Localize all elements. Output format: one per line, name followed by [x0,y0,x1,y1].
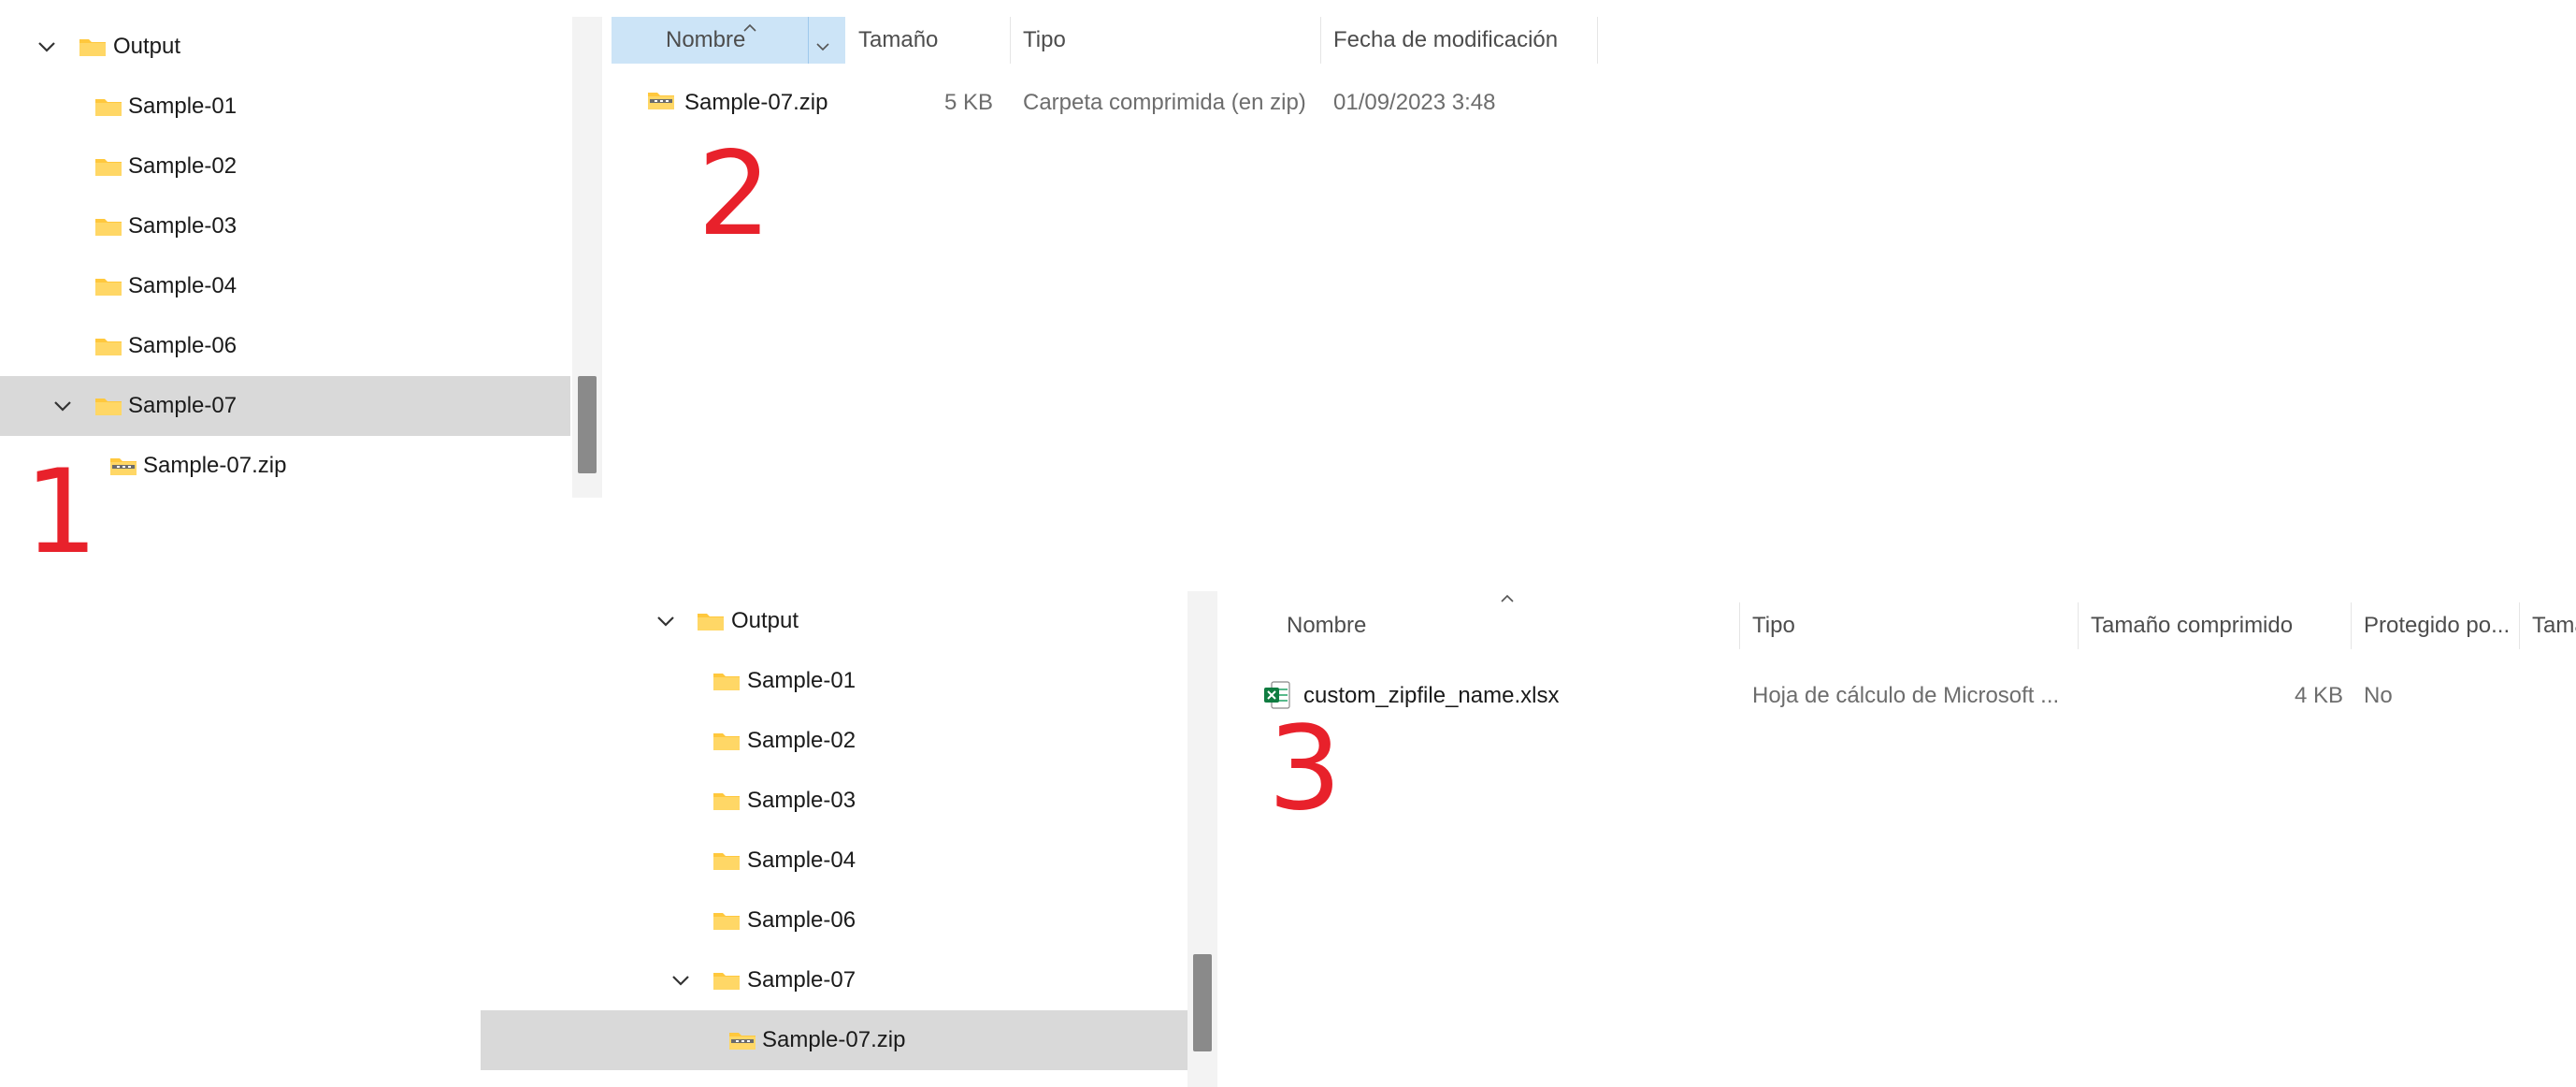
folder-icon [713,973,740,990]
tree-item-label: Sample-02 [747,728,856,753]
column-header-label: Fecha de modificación [1333,27,1559,52]
tree-item-sample-07[interactable]: Sample-07 [481,950,1189,1010]
tree-item-sample-02[interactable]: Sample-02 [481,711,1189,771]
tree-item-label: Sample-04 [747,848,856,873]
tree-item-label: Sample-06 [747,907,856,933]
folder-icon [713,674,740,690]
tree-item-label: Sample-07 [747,967,856,993]
tree-item-label: Sample-07.zip [143,453,287,478]
tree-item-label: Sample-03 [747,788,856,813]
folder-icon [698,614,724,630]
column-divider[interactable] [1739,602,1740,649]
tree-item-label: Sample-07.zip [762,1027,906,1052]
column-header-label: Tamaí [2532,613,2576,638]
column-header-label: Tamaño [858,27,939,52]
column-header-compressed-size[interactable]: Tamaño comprimido [2080,602,2351,649]
folder-icon [713,793,740,810]
tree-item-sample-01[interactable]: Sample-01 [0,77,570,137]
column-header-label: Nombre [1287,613,1367,638]
column-dropdown-icon[interactable] [815,32,830,58]
chevron-down-icon[interactable] [36,36,58,58]
tree-item-label: Sample-03 [128,213,237,239]
column-header-label: Tipo [1023,27,1066,52]
tree-item-label: Sample-06 [128,333,237,358]
tree-item-label: Sample-01 [128,94,237,119]
tree-item-label: Output [113,34,181,59]
chevron-down-icon[interactable] [669,969,692,992]
tree-item-sample-07[interactable]: Sample-07 [0,376,570,436]
folder-icon [95,159,122,176]
column-header-name[interactable]: Nombre [612,17,845,64]
tree-item-sample-02[interactable]: Sample-02 [0,137,570,196]
zip-folder-icon [729,1033,756,1050]
column-header-size[interactable]: Tamaño [847,17,987,64]
tree-item-output[interactable]: Output [0,17,570,77]
file-type: Hoja de cálculo de Microsoft ... [1752,683,2060,708]
folder-icon [95,99,122,116]
file-type: Carpeta comprimida (en zip) [1023,90,1306,115]
step-marker-2: 2 [698,127,771,262]
step-marker-1: 1 [24,445,98,580]
file-row[interactable]: custom_zipfile_name.xlsx Hoja de cálculo… [1223,677,2576,715]
chevron-down-icon[interactable] [655,610,677,632]
column-header-label: Nombre [666,27,746,52]
zip-folder-icon [110,458,137,475]
folder-icon [95,219,122,236]
folder-icon [95,279,122,296]
tree-item-label: Output [731,608,799,633]
tree-item-label: Sample-04 [128,273,237,298]
tree-item-label: Sample-07 [128,393,237,418]
folder-icon [713,733,740,750]
tree-item-sample-01[interactable]: Sample-01 [481,651,1189,711]
column-divider[interactable] [2351,602,2352,649]
column-divider[interactable] [1597,17,1598,64]
chevron-down-icon[interactable] [51,395,74,417]
zip-folder-icon [648,93,674,109]
zip-contents-pane-3: Nombre Tipo Tamaño comprimido Protegido … [1223,591,2576,778]
column-divider[interactable] [2519,602,2520,649]
tree-item-sample-03[interactable]: Sample-03 [481,771,1189,831]
sort-ascending-icon [742,13,757,39]
file-name: custom_zipfile_name.xlsx [1303,683,1560,708]
file-size: 5 KB [943,90,993,115]
column-header-label: Protegido po... [2364,613,2511,638]
nav-pane-3: Output Sample-01 Sample-02 Sample-03 Sam… [481,591,1219,1087]
folder-icon [79,39,106,56]
folder-icon [95,399,122,415]
file-protected: No [2364,683,2393,708]
folder-icon [95,339,122,355]
folder-icon [713,913,740,930]
column-header-type[interactable]: Tipo [1012,17,1320,64]
tree-item-sample-04[interactable]: Sample-04 [0,256,570,316]
column-divider[interactable] [2078,602,2079,649]
column-header-size[interactable]: Tamaí [2521,602,2576,649]
tree-item-output[interactable]: Output [481,591,1189,651]
column-header-protected[interactable]: Protegido po... [2353,602,2519,649]
column-header-modified[interactable]: Fecha de modificación [1322,17,1597,64]
column-divider[interactable] [1320,17,1321,64]
column-header-label: Tamaño comprimido [2091,613,2294,638]
column-divider[interactable] [1010,17,1011,64]
file-modified: 01/09/2023 3:48 [1333,90,1496,115]
nav-scrollbar-thumb[interactable] [578,376,597,473]
column-header-type[interactable]: Tipo [1741,602,2078,649]
column-divider[interactable] [808,17,809,64]
file-row[interactable]: Sample-07.zip 5 KB Carpeta comprimida (e… [612,84,1597,122]
nav-pane-1: Output Sample-01 Sample-02 Sample-03 Sam… [0,0,602,505]
nav-scrollbar-thumb[interactable] [1193,954,1212,1051]
folder-icon [713,853,740,870]
file-compressed-size: 4 KB [2294,683,2343,708]
step-marker-3: 3 [1268,702,1342,836]
column-header-label: Tipo [1752,613,1795,638]
tree-item-label: Sample-02 [128,153,237,179]
tree-item-label: Sample-01 [747,668,856,693]
tree-item-sample-03[interactable]: Sample-03 [0,196,570,256]
tree-item-sample-06[interactable]: Sample-06 [0,316,570,376]
column-header-name[interactable]: Nombre [1223,602,1739,649]
tree-item-sample-07-zip[interactable]: Sample-07.zip [481,1010,1189,1070]
tree-item-sample-06[interactable]: Sample-06 [481,891,1189,950]
file-name: Sample-07.zip [684,90,828,115]
tree-item-sample-04[interactable]: Sample-04 [481,831,1189,891]
